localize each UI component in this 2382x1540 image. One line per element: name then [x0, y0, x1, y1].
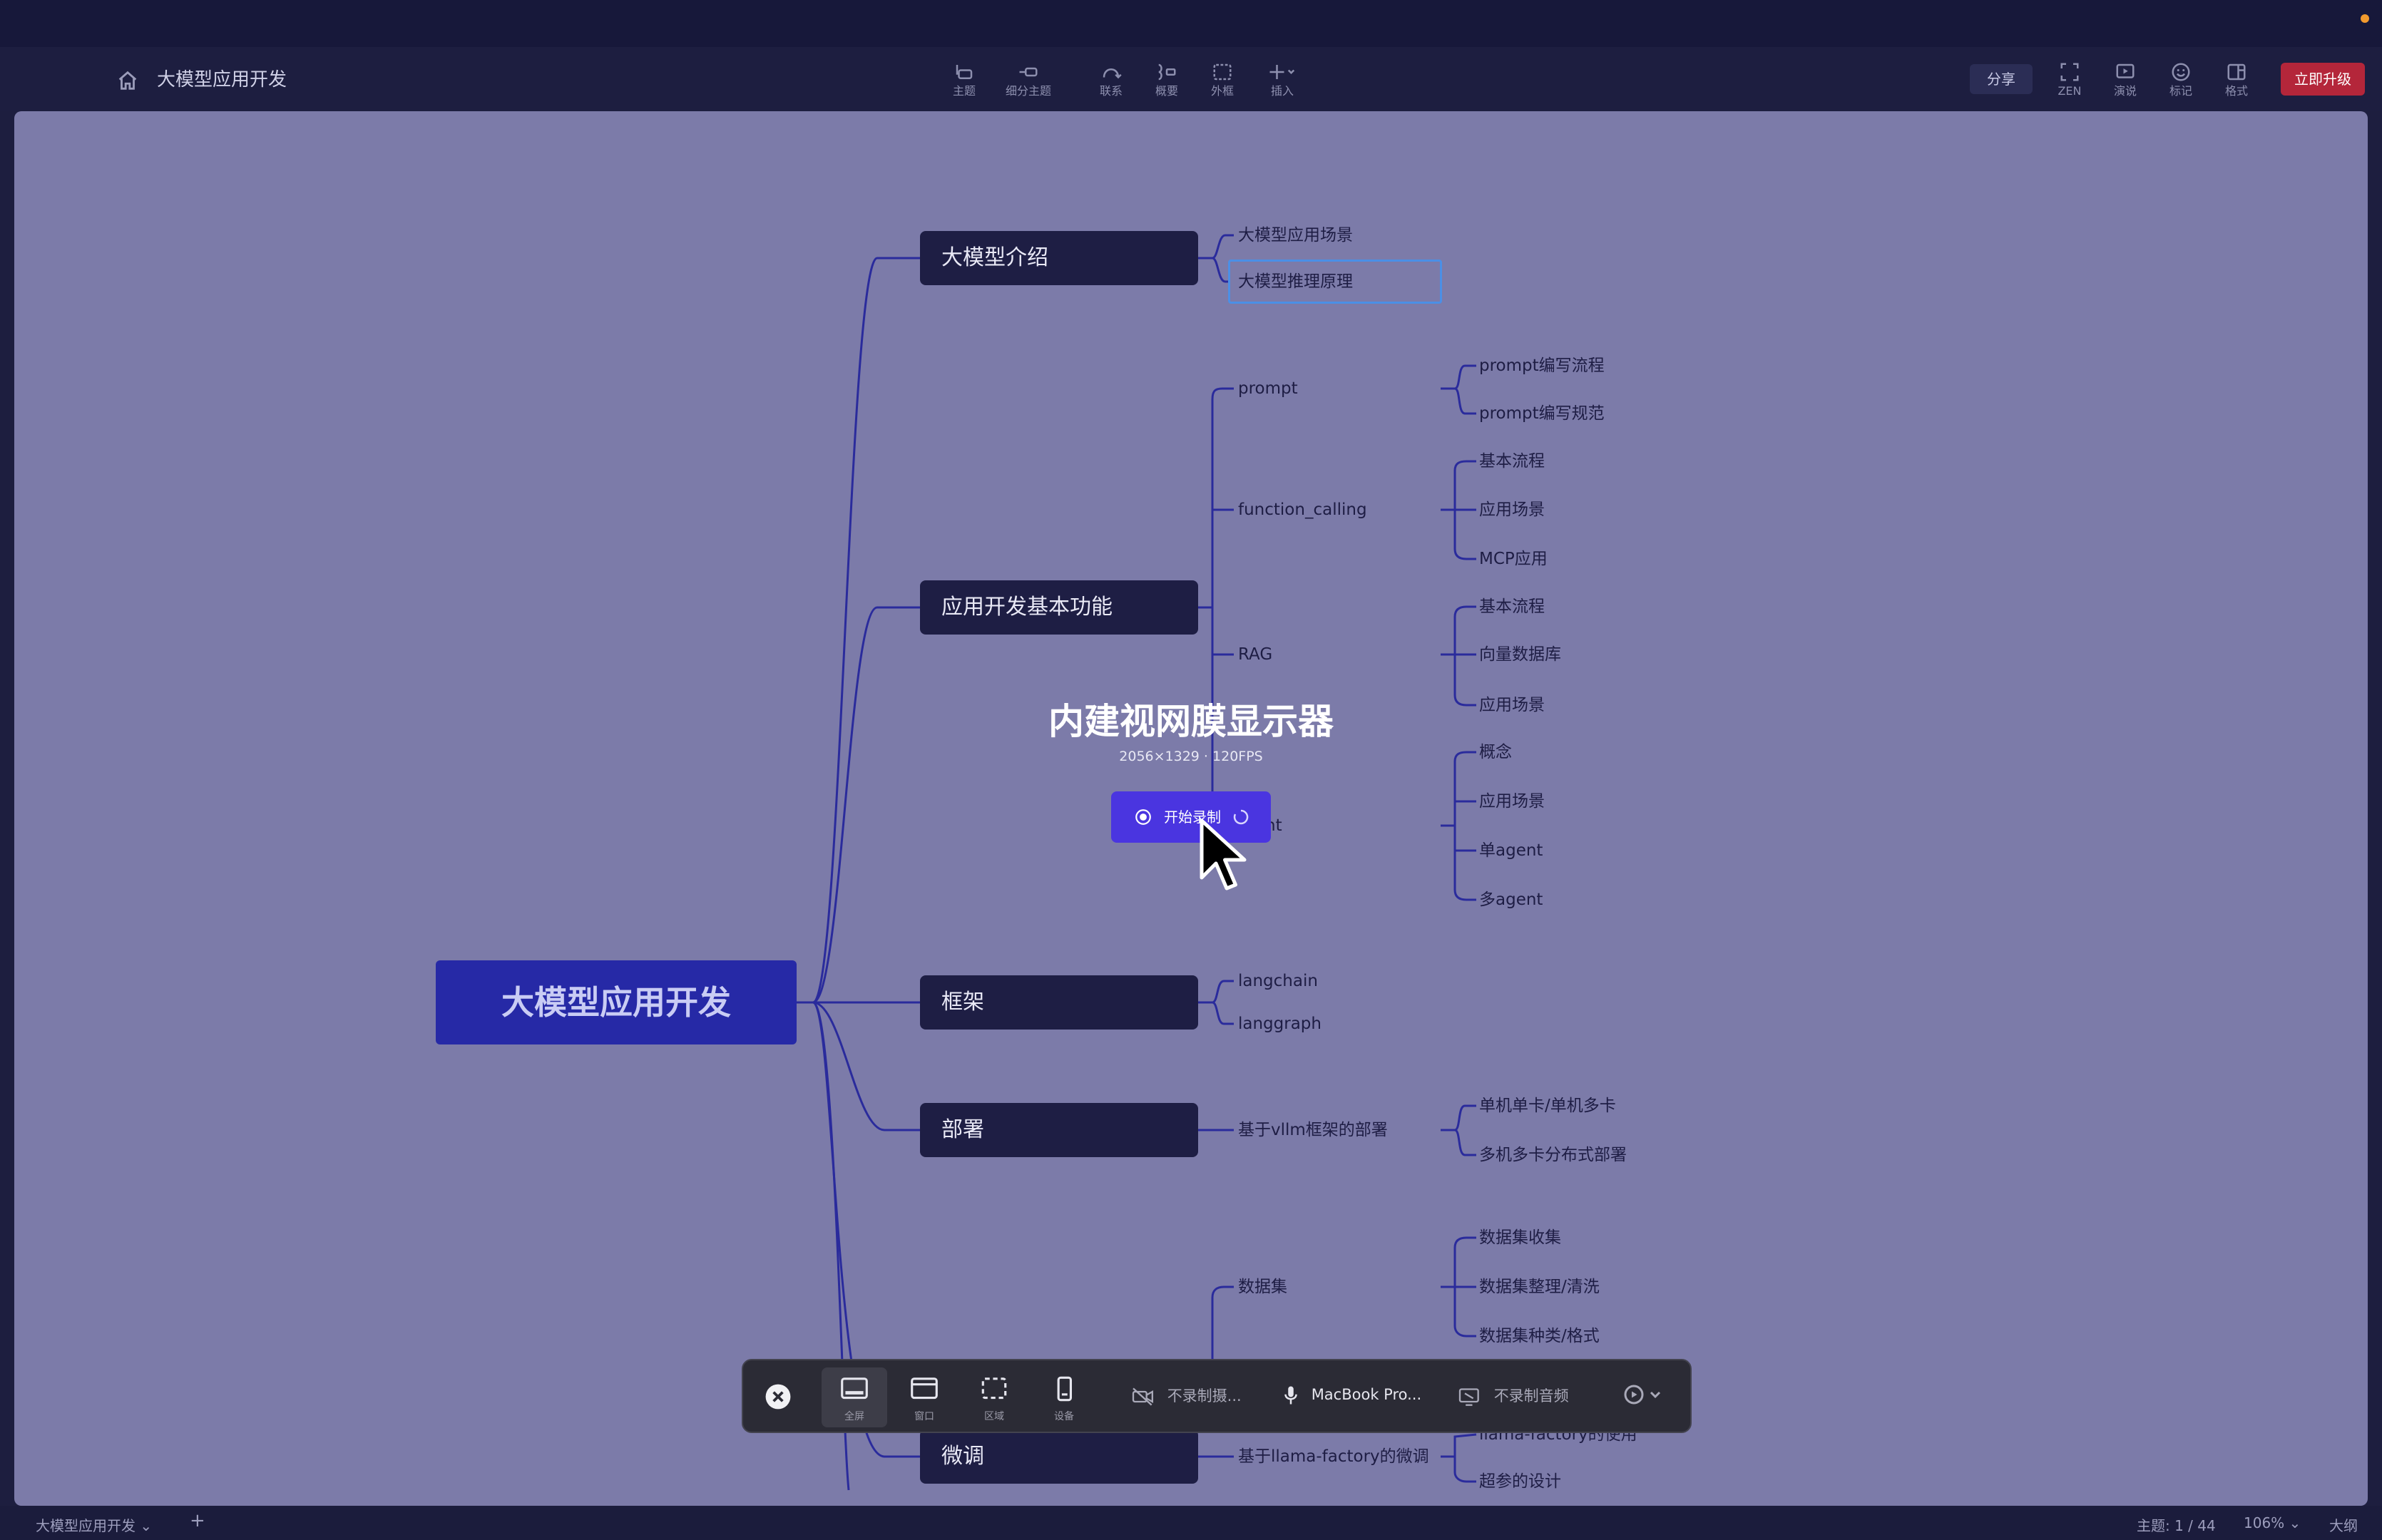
screen-audio-off-icon — [1458, 1388, 1479, 1406]
zoom-level[interactable]: 106% ⌄ — [2244, 1514, 2301, 1531]
subtopic-inference[interactable]: 大模型推理原理 — [1238, 270, 1353, 293]
camera-off-icon — [1132, 1387, 1153, 1406]
leaf-dataset-clean[interactable]: 数据集整理/清洗 — [1479, 1275, 1600, 1298]
leaf-prompt-flow[interactable]: prompt编写流程 — [1479, 354, 1605, 377]
subtopic-langgraph[interactable]: langgraph — [1238, 1012, 1322, 1035]
subtopic-scenarios[interactable]: 大模型应用场景 — [1238, 224, 1353, 247]
leaf-agent-scenarios[interactable]: 应用场景 — [1479, 790, 1545, 813]
leaf-fc-mcp[interactable]: MCP应用 — [1479, 548, 1548, 570]
leaf-single-agent[interactable]: 单agent — [1479, 839, 1543, 862]
microphone-icon — [1284, 1386, 1297, 1405]
leaf-rag-scenarios[interactable]: 应用场景 — [1479, 694, 1545, 717]
chevron-down-icon: ⌄ — [140, 1517, 153, 1534]
mode-window[interactable]: 窗口 — [891, 1367, 957, 1427]
mode-device-label: 设备 — [1054, 1411, 1074, 1422]
topic-intro[interactable]: 大模型介绍 — [920, 231, 1198, 285]
subtopic-langchain[interactable]: langchain — [1238, 970, 1318, 992]
subtopic-vllm-deploy[interactable]: 基于vllm框架的部署 — [1238, 1119, 1388, 1141]
leaf-agent-concept[interactable]: 概念 — [1479, 741, 1512, 764]
leaf-single-machine[interactable]: 单机单卡/单机多卡 — [1479, 1094, 1616, 1117]
system-audio-label: 不录制音频 — [1493, 1387, 1569, 1405]
display-name: 内建视网膜显示器 — [1048, 701, 1334, 742]
root-topic[interactable]: 大模型应用开发 — [436, 960, 797, 1044]
leaf-multi-machine[interactable]: 多机多卡分布式部署 — [1479, 1144, 1627, 1166]
leaf-dataset-format[interactable]: 数据集种类/格式 — [1479, 1325, 1600, 1348]
mode-window-label: 窗口 — [914, 1411, 934, 1422]
mode-fullscreen-label: 全屏 — [844, 1411, 864, 1422]
window-icon — [911, 1377, 938, 1400]
sheet-tab[interactable]: 大模型应用开发 ⌄ — [36, 1514, 152, 1535]
leaf-fc-scenarios[interactable]: 应用场景 — [1479, 498, 1545, 521]
topic-framework[interactable]: 框架 — [920, 975, 1198, 1030]
mouse-pointer-icon — [1200, 818, 1247, 890]
add-sheet-icon[interactable]: + — [190, 1510, 205, 1531]
topic-deploy[interactable]: 部署 — [920, 1103, 1198, 1157]
record-icon — [1135, 809, 1151, 825]
mode-device[interactable]: 设备 — [1031, 1367, 1097, 1427]
mode-region-label: 区域 — [984, 1411, 1004, 1422]
device-icon — [1057, 1376, 1072, 1402]
leaf-dataset-collect[interactable]: 数据集收集 — [1479, 1226, 1561, 1249]
fullscreen-icon — [841, 1377, 868, 1400]
leaf-multi-agent[interactable]: 多agent — [1479, 888, 1543, 911]
status-bar — [0, 1506, 2382, 1540]
zoom-value: 106% — [2244, 1514, 2285, 1531]
region-icon — [981, 1377, 1007, 1400]
sheet-tab-label: 大模型应用开发 — [36, 1517, 136, 1534]
mode-region[interactable]: 区域 — [961, 1367, 1027, 1427]
outline-button[interactable]: 大纲 — [2329, 1514, 2358, 1535]
camera-toggle[interactable]: 不录制摄... — [1131, 1385, 1242, 1407]
leaf-rag-vectordb[interactable]: 向量数据库 — [1479, 643, 1561, 666]
subtopic-rag[interactable]: RAG — [1238, 643, 1272, 666]
topic-count: 主题: 1 / 44 — [2137, 1517, 2216, 1534]
microphone-label: MacBook Pro... — [1311, 1386, 1422, 1403]
mode-fullscreen[interactable]: 全屏 — [822, 1367, 887, 1427]
camera-label: 不录制摄... — [1167, 1387, 1242, 1405]
system-audio-toggle[interactable]: 不录制音频 — [1458, 1385, 1569, 1407]
leaf-rag-flow[interactable]: 基本流程 — [1479, 595, 1545, 618]
recorder-toolbar: 全屏 窗口 区域 设备 不录制摄... MacBook Pro... 不录制音频 — [742, 1359, 1692, 1433]
subtopic-prompt[interactable]: prompt — [1238, 377, 1298, 400]
topic-basic-functions[interactable]: 应用开发基本功能 — [920, 580, 1198, 635]
microphone-select[interactable]: MacBook Pro... — [1282, 1385, 1421, 1406]
subtopic-llama-factory[interactable]: 基于llama-factory的微调 — [1238, 1445, 1429, 1468]
close-icon[interactable] — [765, 1383, 792, 1410]
leaf-hyperparams[interactable]: 超参的设计 — [1479, 1470, 1561, 1493]
leaf-fc-flow[interactable]: 基本流程 — [1479, 450, 1545, 473]
leaf-prompt-rules[interactable]: prompt编写规范 — [1479, 402, 1605, 425]
subtopic-dataset[interactable]: 数据集 — [1238, 1275, 1287, 1298]
topic-finetune[interactable]: 微调 — [920, 1429, 1198, 1484]
settings-chevron-icon — [1624, 1385, 1661, 1405]
settings-menu[interactable] — [1620, 1382, 1665, 1411]
zoom-chevron-icon: ⌄ — [2289, 1514, 2301, 1531]
display-spec: 2056×1329 · 120FPS — [1119, 749, 1263, 764]
subtopic-function-calling[interactable]: function_calling — [1238, 498, 1367, 521]
